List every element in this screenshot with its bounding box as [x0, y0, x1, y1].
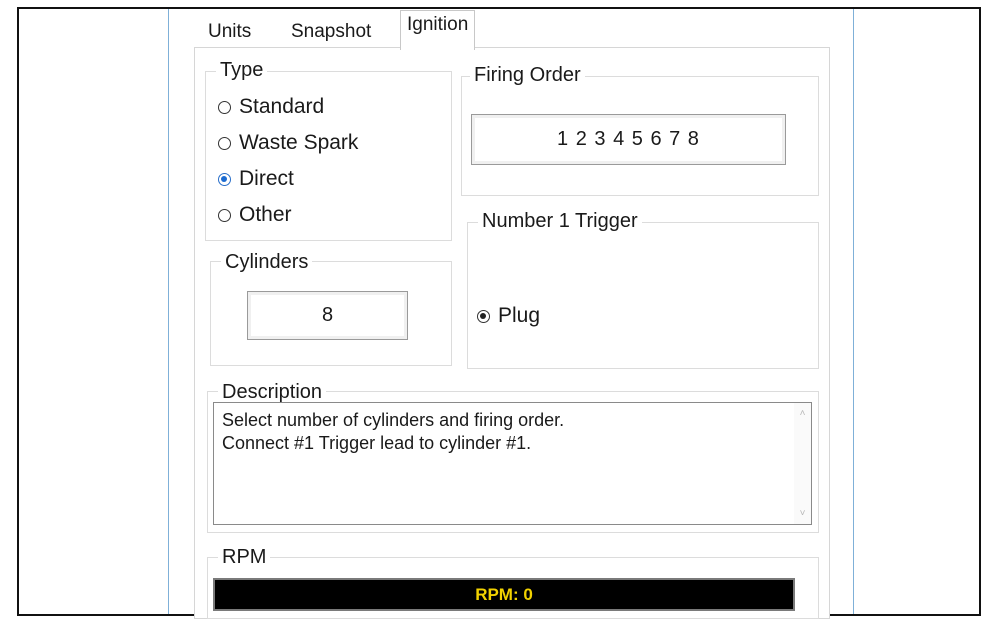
description-scrollbar[interactable]: ˄ ˅ — [794, 403, 811, 524]
trigger-plug-radio[interactable]: Plug — [477, 303, 540, 329]
scroll-up-icon[interactable]: ˄ — [794, 405, 811, 422]
tab-units[interactable]: Units — [202, 15, 257, 49]
description-textbox: Select number of cylinders and firing or… — [213, 402, 812, 525]
type-standard-label: Standard — [239, 95, 325, 118]
cylinders-label: Cylinders — [221, 250, 313, 274]
number-1-trigger-group: Number 1 Trigger Plug — [467, 209, 819, 369]
type-group-label: Type — [216, 58, 268, 82]
description-line-1: Select number of cylinders and firing or… — [222, 410, 565, 430]
tab-ignition[interactable]: Ignition — [400, 10, 476, 50]
number-1-trigger-label: Number 1 Trigger — [478, 209, 642, 233]
radio-unchecked-icon — [218, 100, 231, 114]
type-waste-spark-radio[interactable]: Waste Spark — [218, 130, 358, 156]
rpm-group: RPM RPM: 0 — [207, 545, 819, 619]
rpm-readout: RPM: 0 — [213, 578, 795, 611]
ignition-settings-window: Units Snapshot Ignition Type Standard Wa… — [168, 9, 854, 619]
cylinders-field[interactable]: 8 — [247, 291, 408, 340]
radio-checked-icon — [477, 309, 490, 323]
firing-order-field[interactable]: 1 2 3 4 5 6 7 8 — [471, 114, 786, 165]
radio-unchecked-icon — [218, 208, 231, 222]
tab-snapshot[interactable]: Snapshot — [285, 15, 377, 49]
radio-unchecked-icon — [218, 136, 231, 150]
type-standard-radio[interactable]: Standard — [218, 94, 324, 120]
scroll-down-icon[interactable]: ˅ — [794, 505, 811, 522]
type-other-radio[interactable]: Other — [218, 202, 292, 228]
cylinders-group: Cylinders 8 — [210, 250, 452, 366]
description-group: Description Select number of cylinders a… — [207, 380, 819, 533]
radio-checked-icon — [218, 172, 231, 186]
rpm-label: RPM — [218, 545, 271, 569]
trigger-plug-label: Plug — [498, 304, 541, 327]
type-group: Type Standard Waste Spark Direct Other — [205, 58, 452, 241]
type-direct-radio[interactable]: Direct — [218, 166, 294, 192]
description-line-2: Connect #1 Trigger lead to cylinder #1. — [222, 433, 532, 453]
firing-order-group: Firing Order 1 2 3 4 5 6 7 8 — [461, 63, 819, 196]
type-waste-spark-label: Waste Spark — [239, 131, 359, 154]
ignition-tab-panel: Type Standard Waste Spark Direct Other F… — [194, 47, 830, 619]
description-label: Description — [218, 380, 327, 404]
description-text: Select number of cylinders and firing or… — [222, 409, 564, 455]
type-other-label: Other — [239, 203, 292, 226]
type-direct-label: Direct — [239, 167, 294, 190]
firing-order-label: Firing Order — [470, 63, 585, 87]
